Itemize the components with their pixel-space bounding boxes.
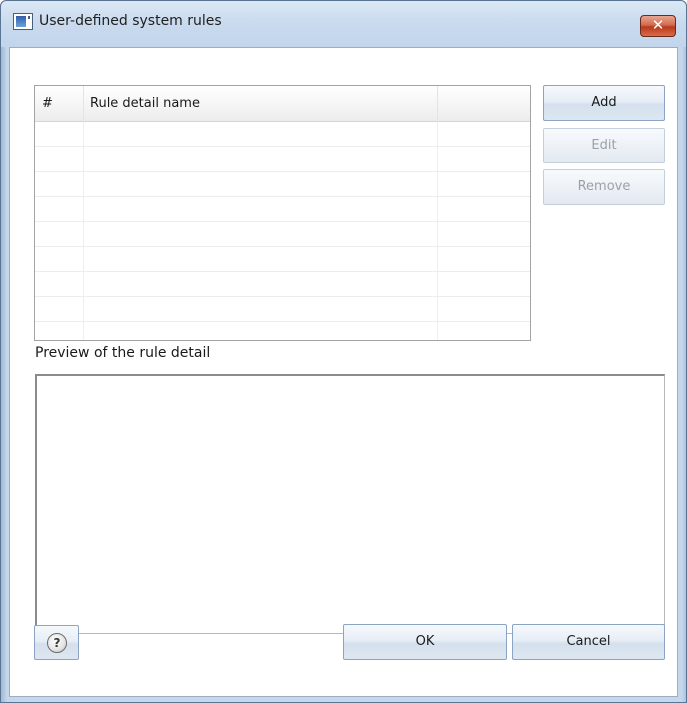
- table-row[interactable]: [35, 247, 530, 272]
- table-row[interactable]: [35, 272, 530, 297]
- help-icon: ?: [47, 633, 67, 653]
- table-cell-name: [84, 122, 438, 146]
- table-row[interactable]: [35, 297, 530, 322]
- rules-table[interactable]: # Rule detail name: [34, 85, 531, 341]
- table-cell-number: [35, 122, 84, 146]
- table-row[interactable]: [35, 147, 530, 172]
- column-header-extra[interactable]: [438, 86, 530, 122]
- add-button[interactable]: Add: [543, 85, 665, 121]
- table-cell-name: [84, 272, 438, 296]
- close-icon: ✕: [651, 16, 665, 34]
- table-cell-number: [35, 322, 84, 340]
- table-cell-number: [35, 172, 84, 196]
- table-cell-number: [35, 222, 84, 246]
- table-cell-number: [35, 272, 84, 296]
- table-cell-name: [84, 322, 438, 340]
- title-bar[interactable]: User-defined system rules ✕: [1, 1, 686, 47]
- column-header-number[interactable]: #: [35, 86, 84, 122]
- window-app-icon: [13, 13, 33, 30]
- table-cell-number: [35, 197, 84, 221]
- table-row[interactable]: [35, 197, 530, 222]
- help-button[interactable]: ?: [34, 625, 79, 660]
- remove-button[interactable]: Remove: [543, 169, 665, 205]
- edit-button[interactable]: Edit: [543, 128, 665, 163]
- close-button[interactable]: ✕: [640, 15, 676, 37]
- table-cell-number: [35, 297, 84, 321]
- table-cell-name: [84, 197, 438, 221]
- table-cell-name: [84, 172, 438, 196]
- table-row[interactable]: [35, 222, 530, 247]
- table-cell-name: [84, 247, 438, 271]
- table-row[interactable]: [35, 322, 530, 340]
- preview-label: Preview of the rule detail: [35, 345, 211, 361]
- dialog-window: User-defined system rules ✕ # Rule detai…: [0, 0, 687, 703]
- dialog-client-area: # Rule detail name Add Edit Remove Previ…: [9, 47, 678, 697]
- ok-button[interactable]: OK: [343, 624, 507, 660]
- table-cell-number: [35, 147, 84, 171]
- rule-detail-preview[interactable]: [35, 374, 665, 634]
- table-cell-name: [84, 297, 438, 321]
- rules-table-header: # Rule detail name: [35, 86, 530, 122]
- table-cell-name: [84, 147, 438, 171]
- column-header-rule-detail-name[interactable]: Rule detail name: [84, 86, 438, 122]
- table-row[interactable]: [35, 172, 530, 197]
- table-row[interactable]: [35, 122, 530, 147]
- rules-table-body: [35, 122, 530, 340]
- cancel-button[interactable]: Cancel: [512, 624, 665, 660]
- table-cell-name: [84, 222, 438, 246]
- window-title: User-defined system rules: [39, 13, 222, 29]
- table-cell-number: [35, 247, 84, 271]
